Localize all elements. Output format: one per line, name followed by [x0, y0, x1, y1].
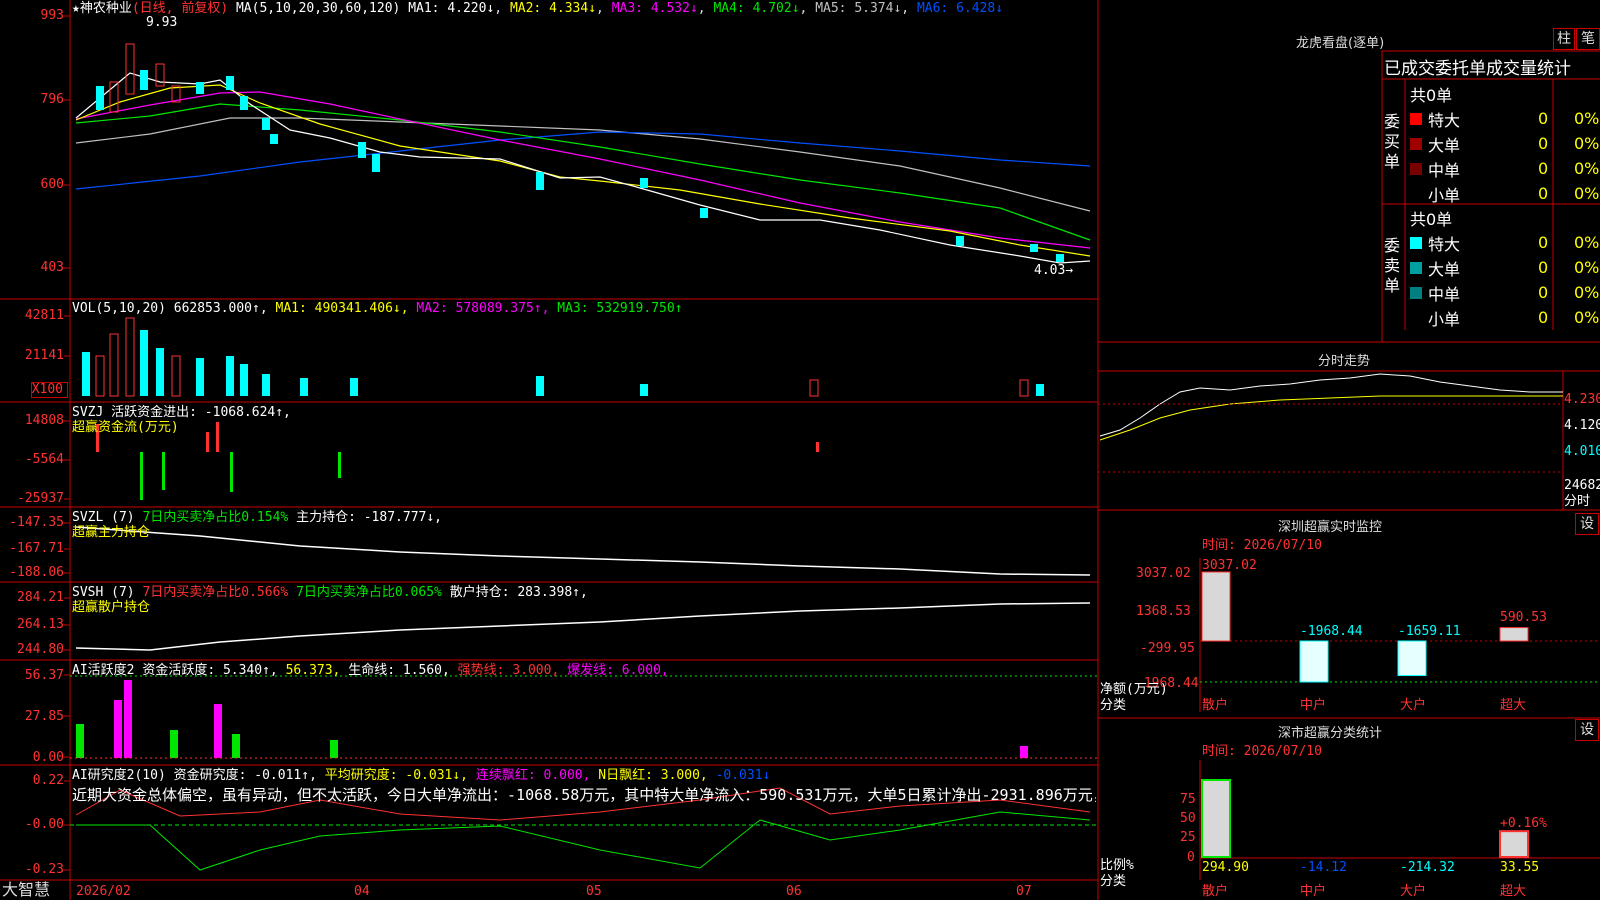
classify-bars	[1201, 779, 1529, 859]
classify-bar	[1201, 779, 1231, 858]
classify-bar	[1499, 830, 1529, 859]
